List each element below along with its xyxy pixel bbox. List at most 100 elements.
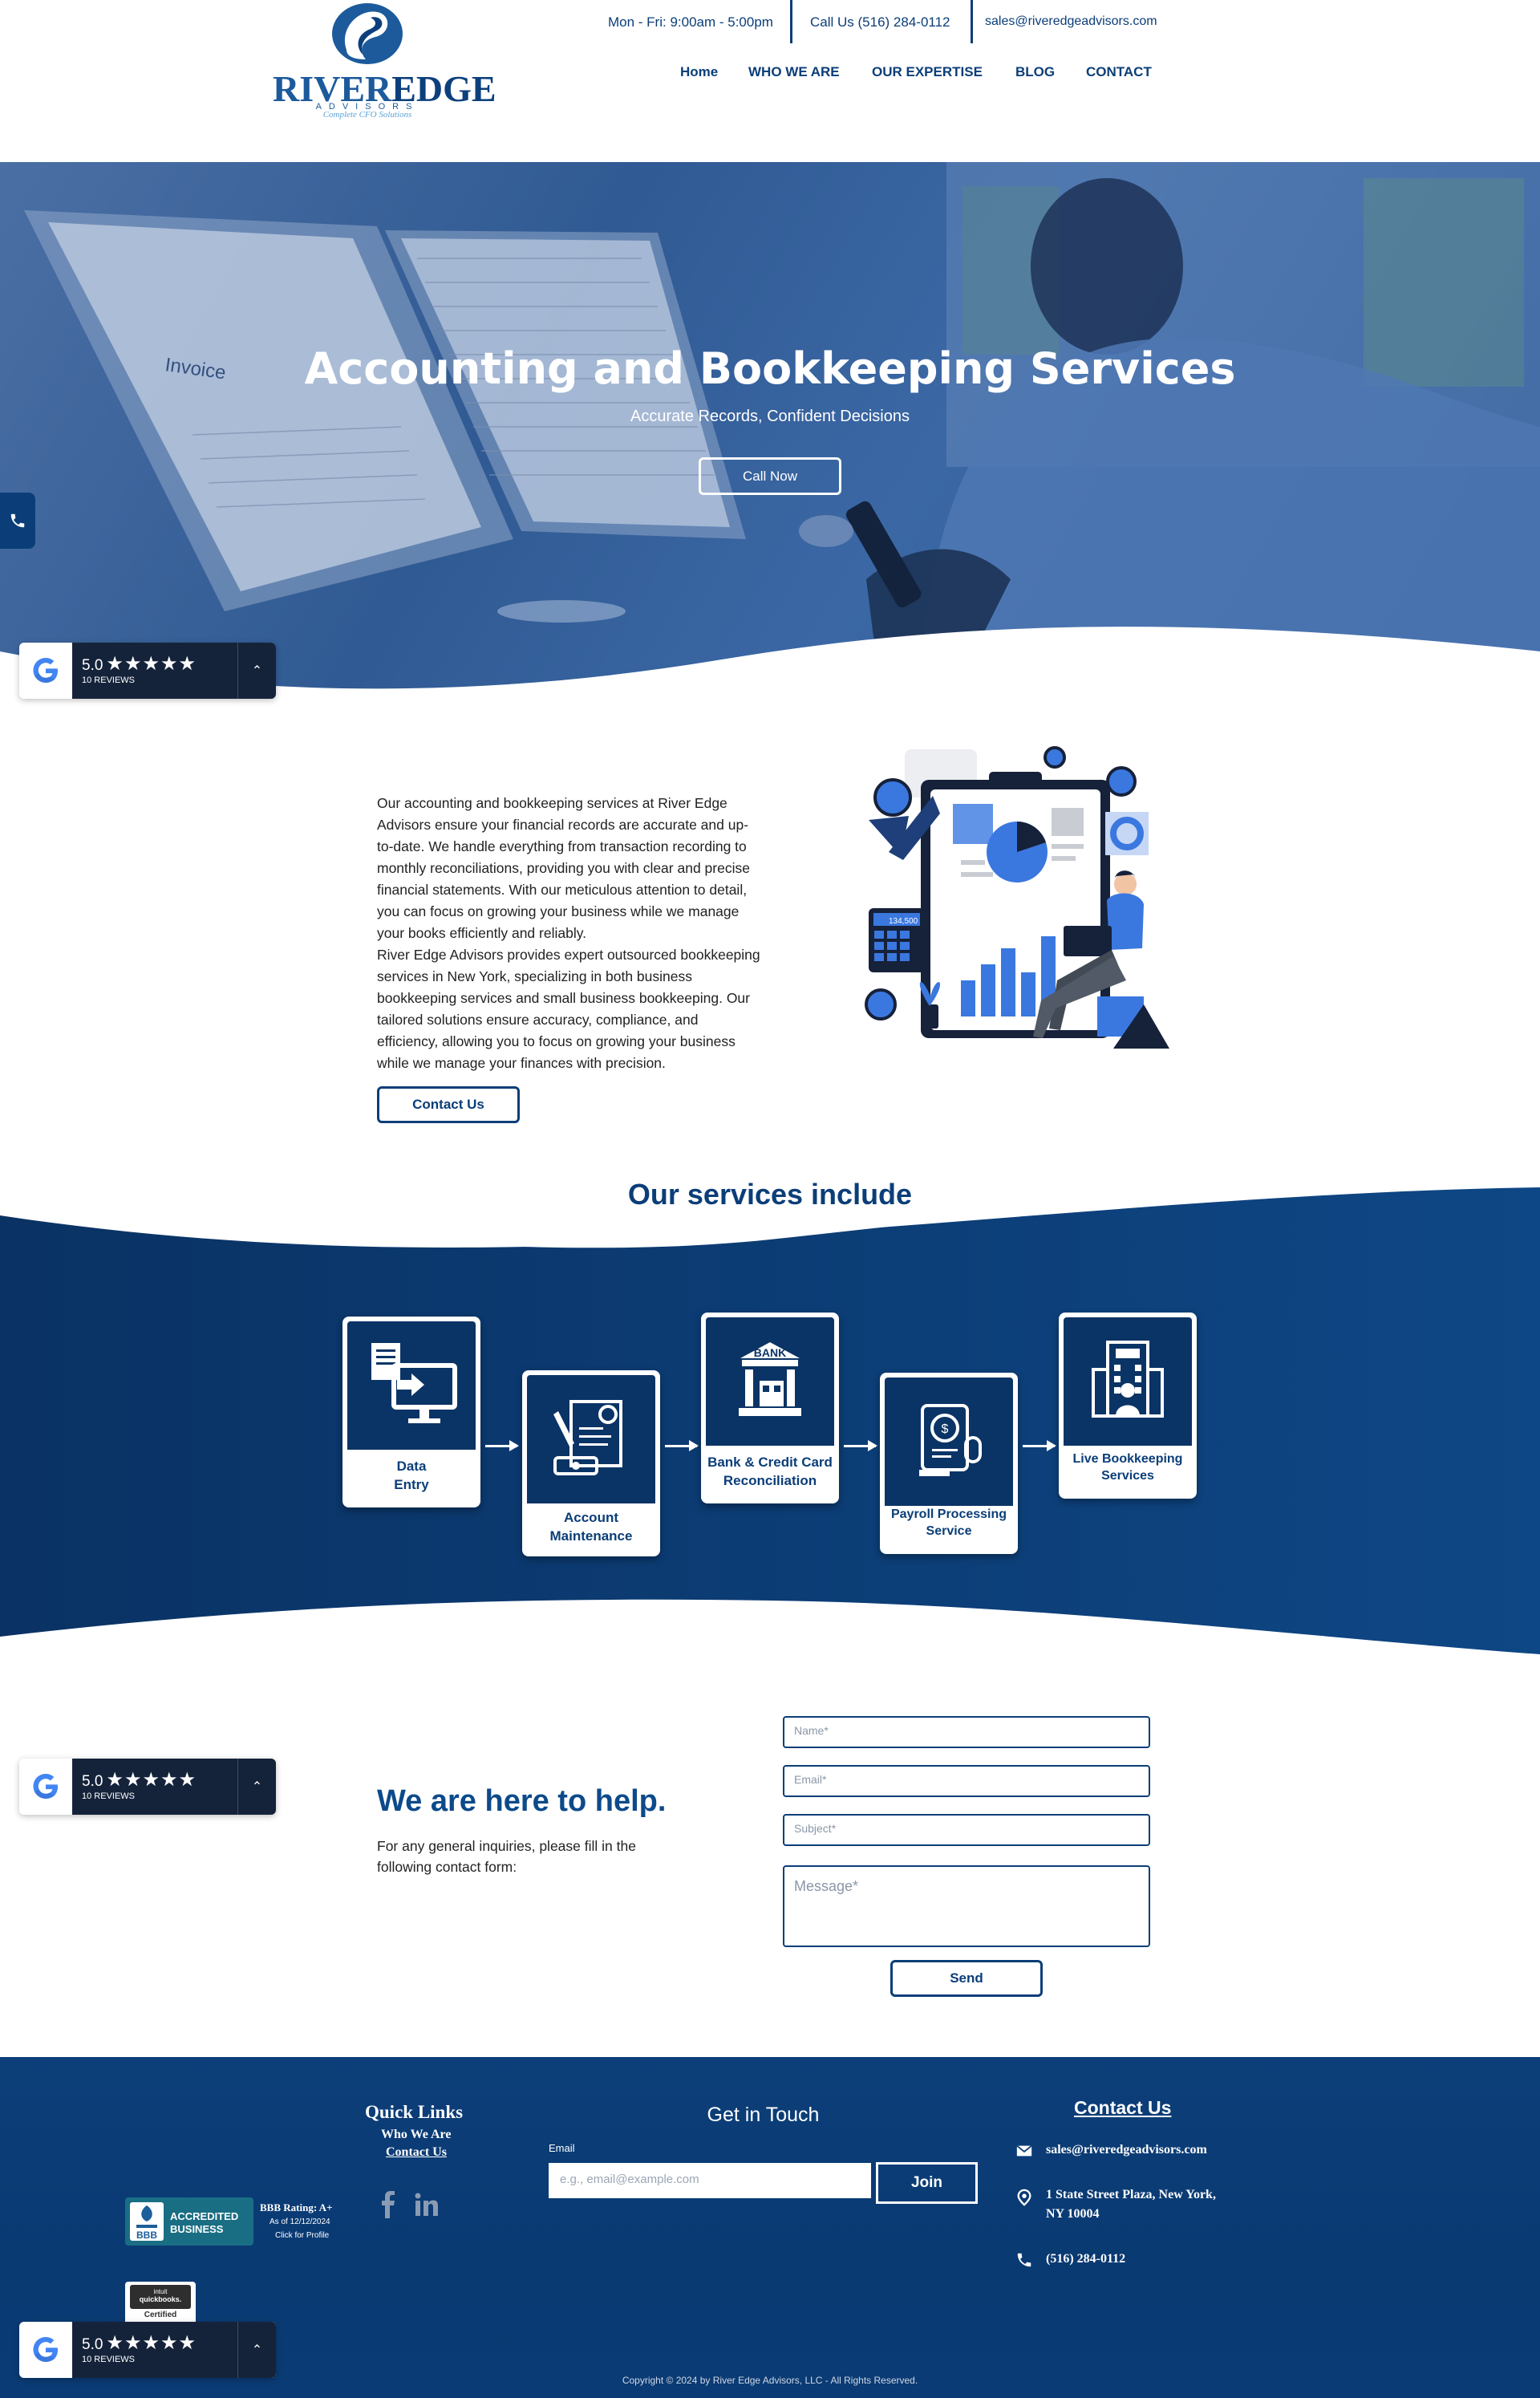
footer-link-contact-us[interactable]: Contact Us — [386, 2145, 447, 2160]
bbb-label: BBB — [136, 2230, 157, 2241]
subject-input[interactable]: Subject* — [783, 1814, 1150, 1846]
google-g-icon — [33, 1774, 58, 1799]
bookkeeping-illustration: 134,500 — [865, 746, 1169, 1049]
service-label-line2: Reconciliation — [723, 1473, 817, 1488]
contact-us-button[interactable]: Contact Us — [377, 1086, 520, 1123]
about-paragraph-1: Our accounting and bookkeeping services … — [377, 795, 750, 941]
flow-arrow — [665, 1440, 699, 1451]
phone-icon — [10, 513, 25, 528]
google-g-icon — [33, 658, 58, 683]
chevron-up-icon[interactable]: ⌃ — [237, 643, 276, 699]
review-score: 5.0 — [82, 1773, 103, 1790]
business-hours: Mon - Fri: 9:00am - 5:00pm — [608, 14, 773, 30]
bbb-accredited-text: ACCREDITED — [170, 2210, 239, 2222]
newsletter-email-input[interactable]: e.g., email@example.com — [549, 2163, 871, 2198]
google-reviews-badge[interactable]: 5.0★★★★★10 REVIEWS ⌃ — [19, 1759, 276, 1815]
computer-documents-icon — [371, 1343, 457, 1423]
header-phone[interactable]: Call Us (516) 284-0112 — [810, 14, 950, 30]
help-title: We are here to help. — [377, 1784, 667, 1818]
nav-contact[interactable]: CONTACT — [1086, 64, 1152, 80]
bbb-accredited-badge[interactable]: BBB ACCREDITED BUSINESS — [125, 2197, 253, 2246]
bbb-click-profile[interactable]: Click for Profile — [275, 2231, 329, 2240]
river-edge-logo-icon[interactable] — [330, 2, 404, 67]
footer-contact-email[interactable]: sales@riveredgeadvisors.com — [1046, 2140, 1207, 2160]
service-label-line2: Services — [1101, 1469, 1154, 1483]
footer-link-who-we-are[interactable]: Who We Are — [381, 2128, 451, 2142]
service-label-line1: Bank & Credit Card — [707, 1455, 833, 1470]
hero-title: Accounting and Bookkeeping Services — [304, 343, 1236, 394]
service-label-line1: Account — [564, 1510, 618, 1525]
bbb-as-of: As of 12/12/2024 — [270, 2217, 330, 2226]
send-button[interactable]: Send — [890, 1960, 1043, 1997]
nav-home[interactable]: Home — [680, 64, 718, 80]
maintenance-tools-icon — [553, 1400, 622, 1475]
site-header: RIVEREDGE ADVISORS Complete CFO Solution… — [0, 0, 1540, 162]
service-card-bank-reconciliation[interactable]: BANK Bank & Credit Card Reconciliation — [701, 1313, 839, 1503]
service-card-data-entry[interactable]: Data Entry — [342, 1317, 480, 1507]
hero-section: Invoice Accounting and Bookkeeping Servi… — [0, 162, 1540, 692]
illustration-value-text: 134,500 — [889, 917, 918, 926]
call-now-button[interactable]: Call Now — [699, 457, 841, 495]
google-reviews-badge[interactable]: 5.0★★★★★10 REVIEWS ⌃ — [19, 2322, 276, 2378]
name-input[interactable]: Name* — [783, 1716, 1150, 1748]
chevron-up-icon[interactable]: ⌃ — [237, 1759, 276, 1815]
service-label-line2: Service — [926, 1524, 972, 1538]
header-divider — [971, 0, 973, 43]
hero-subtitle: Accurate Records, Confident Decisions — [630, 408, 910, 425]
logo-tagline: Complete CFO Solutions — [322, 110, 412, 120]
svg-text:$: $ — [942, 1422, 949, 1436]
flow-arrow — [485, 1440, 519, 1451]
services-title: Our services include — [627, 1178, 913, 1211]
google-reviews-badge[interactable]: 5.0★★★★★10 REVIEWS ⌃ — [19, 643, 276, 699]
qb-line1: intuit — [153, 2288, 168, 2295]
service-label-line2: Maintenance — [549, 1528, 633, 1544]
service-label-line1: Payroll Processing — [890, 1507, 1007, 1521]
review-stars: ★★★★★ — [106, 2332, 197, 2354]
chevron-up-icon[interactable]: ⌃ — [237, 2322, 276, 2378]
phone-side-tab[interactable] — [0, 493, 35, 549]
bbb-business-text: BUSINESS — [170, 2223, 224, 2235]
nav-our-expertise[interactable]: OUR EXPERTISE — [872, 64, 983, 80]
qb-line2: quickbooks. — [139, 2295, 182, 2303]
about-text-block: Our accounting and bookkeeping services … — [377, 793, 762, 1074]
header-divider — [790, 0, 792, 43]
linkedin-icon[interactable] — [414, 2192, 440, 2217]
flow-arrow — [1023, 1440, 1056, 1451]
facebook-icon[interactable] — [379, 2191, 396, 2218]
payroll-book-icon: $ — [919, 1404, 982, 1476]
review-count: 10 REVIEWS — [82, 676, 136, 685]
hero-background-image: Invoice — [24, 162, 1540, 692]
nav-who-we-are[interactable]: WHO WE ARE — [748, 64, 840, 80]
service-card-payroll[interactable]: $ Payroll Processing Service — [880, 1373, 1018, 1554]
review-stars: ★★★★★ — [106, 1769, 197, 1791]
footer-contact-title[interactable]: Contact Us — [1074, 2097, 1171, 2119]
flow-arrow — [844, 1440, 877, 1451]
nav-blog[interactable]: BLOG — [1015, 64, 1055, 80]
service-label-line1: Live Bookkeeping — [1072, 1452, 1183, 1466]
location-pin-icon — [1017, 2189, 1031, 2206]
service-label-line2: Entry — [394, 1477, 429, 1492]
review-count: 10 REVIEWS — [82, 2355, 136, 2364]
header-email[interactable]: sales@riveredgeadvisors.com — [985, 14, 1157, 29]
office-building-icon — [1092, 1341, 1164, 1418]
review-score: 5.0 — [82, 657, 103, 674]
get-in-touch-title: Get in Touch — [707, 2104, 820, 2126]
review-stars: ★★★★★ — [106, 653, 197, 675]
phone-icon — [1017, 2253, 1031, 2267]
bbb-rating: BBB Rating: A+ — [260, 2201, 333, 2213]
bank-icon-text: BANK — [754, 1346, 786, 1359]
service-card-account-maintenance[interactable]: Account Maintenance — [522, 1370, 660, 1556]
service-card-live-bookkeeping[interactable]: Live Bookkeeping Services — [1059, 1313, 1197, 1499]
newsletter-email-label: Email — [549, 2142, 575, 2154]
help-text: For any general inquiries, please fill i… — [377, 1838, 636, 1875]
email-input[interactable]: Email* — [783, 1765, 1150, 1797]
bank-icon: BANK — [739, 1342, 801, 1416]
footer-phone[interactable]: (516) 284-0112 — [1046, 2250, 1125, 2269]
footer-address-line1: 1 State Street Plaza, New York, — [1046, 2188, 1216, 2201]
service-label-line1: Data — [396, 1459, 427, 1474]
mail-icon — [1016, 2144, 1032, 2157]
join-button[interactable]: Join — [876, 2162, 978, 2204]
message-textarea[interactable]: Message* — [783, 1865, 1150, 1947]
review-score: 5.0 — [82, 2336, 103, 2353]
footer-address-line2: NY 10004 — [1046, 2207, 1100, 2221]
